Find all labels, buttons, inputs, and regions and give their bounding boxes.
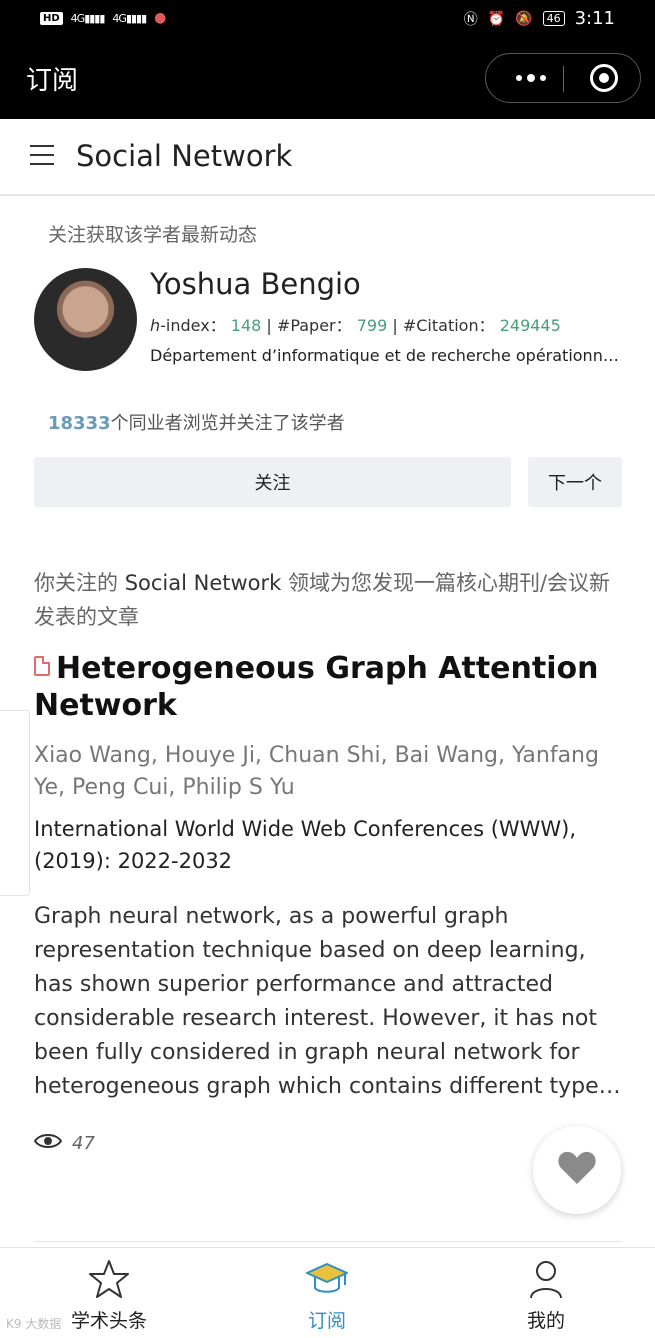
discover-prefix: 你关注的: [34, 571, 125, 595]
side-drawer-handle[interactable]: [0, 710, 30, 896]
battery-indicator: 46: [542, 11, 565, 26]
abstract-line: heterogeneous graph which contains diffe…: [34, 1074, 624, 1099]
tab-label: 我的: [526, 1310, 565, 1332]
dot-icon: [540, 75, 546, 81]
hd-indicator: HD: [40, 11, 63, 25]
article-title[interactable]: Heterogeneous Graph Attention Network: [34, 651, 598, 723]
dot-icon: [516, 75, 522, 81]
pdf-icon[interactable]: [34, 656, 50, 676]
bottom-tab-bar: 学术头条 订阅 我的: [0, 1247, 655, 1338]
capsule-divider: [563, 66, 564, 92]
mute-icon: 🔕: [515, 10, 533, 27]
nfc-icon: Ⓝ: [463, 11, 478, 28]
eye-icon: [33, 1132, 63, 1155]
metrics-sep: |: [261, 316, 277, 335]
article-abstract[interactable]: Graph neural network, as a powerful grap…: [34, 900, 624, 1104]
page-title: Social Network: [76, 139, 293, 173]
more-options-button[interactable]: [506, 61, 556, 95]
hindex-label: h: [150, 316, 161, 335]
discover-field: Social Network: [124, 571, 282, 595]
dot-icon: [527, 74, 535, 82]
close-miniprogram-button[interactable]: [590, 64, 618, 92]
alarm-icon: ⏰: [487, 10, 506, 27]
scholar-metrics: h-index： 148 | #Paper： 799 | #Citation： …: [150, 312, 561, 336]
view-count: 47: [72, 1133, 95, 1154]
tab-mine[interactable]: 我的: [486, 1258, 606, 1333]
abstract-line: Graph neural network, as a powerful grap…: [34, 904, 509, 929]
hindex-suffix: -index：: [160, 316, 226, 335]
heart-icon: [557, 1150, 597, 1190]
abstract-line: been fully considered in graph neural ne…: [34, 1040, 580, 1065]
followers-text: 个同业者浏览并关注了该学者: [110, 413, 345, 434]
follow-button[interactable]: 关注: [34, 457, 511, 507]
article-venue: International World Wide Web Conferences…: [34, 817, 577, 873]
tab-headlines[interactable]: 学术头条: [49, 1258, 169, 1333]
network-type-2: 4G: [112, 11, 126, 25]
abstract-line: has shown superior performance and attra…: [34, 972, 553, 997]
scholar-affiliation: Département d’informatique et de recherc…: [150, 346, 620, 365]
clock: 3:11: [574, 8, 615, 29]
tab-label: 订阅: [307, 1310, 346, 1332]
scholar-avatar[interactable]: [34, 268, 137, 371]
app-title: 订阅: [26, 66, 79, 96]
view-count-row: 47: [33, 1132, 95, 1155]
status-bar: HD 4G▮▮▮▮ 4G▮▮▮▮ ● Ⓝ ⏰ 🔕 46 3:11: [0, 0, 655, 40]
capsule-menu: [485, 53, 641, 103]
page-header: Social Network: [0, 119, 655, 196]
next-scholar-button[interactable]: 下一个: [528, 457, 622, 507]
notification-icon: ●: [154, 10, 167, 26]
menu-icon[interactable]: [30, 145, 54, 165]
star-icon: [49, 1258, 169, 1300]
status-right: Ⓝ ⏰ 🔕 46 3:11: [464, 8, 615, 29]
article-authors: Xiao Wang, Houye Ji, Chuan Shi, Bai Wang…: [34, 743, 599, 800]
tab-subscribe[interactable]: 订阅: [267, 1258, 387, 1333]
follow-hint: 关注获取该学者最新动态: [48, 224, 258, 246]
hindex-value: 148: [230, 316, 262, 335]
citation-value: 249445: [499, 316, 561, 335]
citation-label: #Citation：: [402, 316, 495, 335]
metrics-sep-2: |: [387, 316, 403, 335]
article-title-block[interactable]: Heterogeneous Graph Attention Network: [34, 650, 624, 724]
abstract-line: considerable research interest. However,…: [34, 1006, 598, 1031]
tab-label: 学术头条: [70, 1310, 147, 1332]
paper-value: 799: [356, 316, 388, 335]
person-icon: [486, 1258, 606, 1300]
network-type: 4G: [70, 11, 85, 25]
paper-label: #Paper：: [276, 316, 352, 335]
card-divider: [34, 1241, 622, 1242]
app-bar: 订阅: [0, 40, 655, 119]
signal-icon-2: 4G▮▮▮▮: [112, 11, 147, 25]
watermark: K9 大数据: [6, 1317, 62, 1331]
followers-line: 18333个同业者浏览并关注了该学者: [48, 409, 345, 435]
abstract-line: representation technique based on deep l…: [34, 938, 586, 963]
followers-count: 18333: [48, 413, 111, 434]
status-left: HD 4G▮▮▮▮ 4G▮▮▮▮ ●: [40, 10, 166, 26]
scholar-name[interactable]: Yoshua Bengio: [150, 267, 361, 301]
like-button[interactable]: [533, 1126, 621, 1214]
graduation-cap-icon: [267, 1258, 387, 1300]
signal-icon: 4G▮▮▮▮: [70, 11, 106, 25]
discover-text: 你关注的 Social Network 领域为您发现一篇核心期刊/会议新发表的文…: [34, 566, 624, 634]
